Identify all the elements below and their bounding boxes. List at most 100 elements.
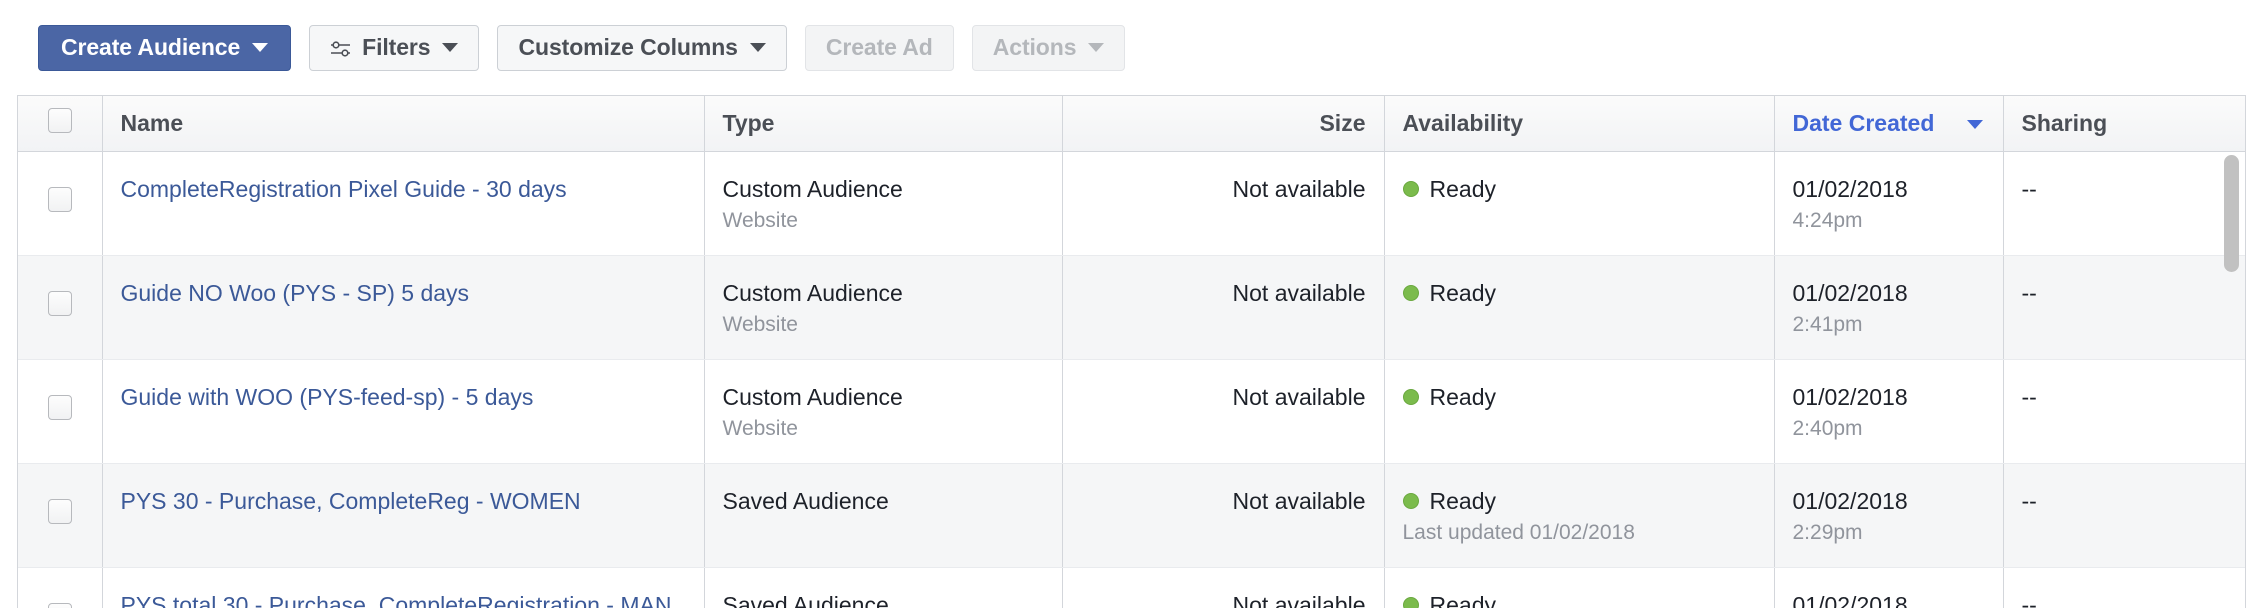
date-created: 01/02/2018 (1792, 487, 1908, 514)
cell-availability: Ready (1384, 255, 1775, 360)
audience-type: Custom Audience (722, 279, 903, 306)
audience-type: Custom Audience (722, 383, 903, 410)
cell-type: Custom Audience Website (704, 255, 1063, 360)
cell-size: Not available (1062, 151, 1385, 256)
cell-date-created: 01/02/2018 2:29pm (1774, 463, 2004, 568)
cell-sharing: -- (2003, 151, 2245, 256)
row-checkbox[interactable] (47, 603, 72, 608)
cell-sharing: -- (2003, 359, 2245, 464)
audience-name-link[interactable]: Guide with WOO (PYS-feed-sp) - 5 days (121, 384, 534, 410)
cell-availability: Ready Last updated 01/02/2018 (1384, 463, 1775, 568)
cell-size: Not available (1062, 359, 1385, 464)
row-checkbox[interactable] (47, 290, 72, 316)
cell-availability: Ready (1384, 359, 1775, 464)
availability-status: Ready (1429, 591, 1496, 608)
time-created: 2:41pm (1792, 312, 1863, 336)
row-select-cell[interactable] (18, 151, 103, 256)
audience-type-sub: Website (722, 312, 798, 336)
status-ready-icon (1402, 284, 1419, 301)
select-all-checkbox[interactable] (47, 107, 72, 133)
cell-type: Saved Audience (704, 567, 1063, 608)
cell-date-created: 01/02/2018 2:12pm (1774, 567, 2004, 608)
availability-status: Ready (1429, 383, 1496, 410)
header-size[interactable]: Size (1062, 96, 1385, 152)
time-created: 2:29pm (1792, 521, 1863, 545)
table-row[interactable]: Guide with WOO (PYS-feed-sp) - 5 days Cu… (18, 359, 2245, 464)
header-size-label: Size (1319, 109, 1366, 136)
vertical-scrollbar-thumb[interactable] (2224, 155, 2239, 272)
availability-status: Ready (1429, 175, 1496, 202)
availability-status: Ready (1429, 487, 1496, 514)
chevron-down-icon (442, 43, 459, 52)
filters-icon (330, 38, 352, 58)
cell-size: Not available (1062, 567, 1385, 608)
row-select-cell[interactable] (18, 255, 103, 360)
date-created: 01/02/2018 (1792, 279, 1908, 306)
cell-date-created: 01/02/2018 4:24pm (1774, 151, 2004, 256)
time-created: 4:24pm (1792, 208, 1863, 232)
audience-name-link[interactable]: PYS 30 - Purchase, CompleteReg - WOMEN (121, 488, 581, 514)
row-checkbox[interactable] (47, 395, 72, 421)
date-created: 01/02/2018 (1792, 383, 1908, 410)
toolbar: Create Audience Filters Customize Column… (0, 0, 1143, 95)
status-ready-icon (1402, 492, 1419, 509)
header-type[interactable]: Type (704, 96, 1063, 152)
status-ready-icon (1402, 180, 1419, 197)
audience-name-link[interactable]: PYS total 30 - Purchase, CompleteRegistr… (121, 592, 672, 608)
cell-date-created: 01/02/2018 2:41pm (1774, 255, 2004, 360)
table-row[interactable]: CompleteRegistration Pixel Guide - 30 da… (18, 151, 2245, 256)
row-select-cell[interactable] (18, 463, 103, 568)
audience-name-link[interactable]: CompleteRegistration Pixel Guide - 30 da… (121, 176, 567, 202)
audiences-table: Name Type Size Availability Date Created… (18, 96, 2245, 608)
date-created: 01/02/2018 (1792, 175, 1908, 202)
cell-name: CompleteRegistration Pixel Guide - 30 da… (102, 151, 705, 256)
table-row[interactable]: Guide NO Woo (PYS - SP) 5 days Custom Au… (18, 255, 2245, 360)
header-sharing[interactable]: Sharing (2003, 96, 2245, 152)
table-header-row: Name Type Size Availability Date Created… (18, 96, 2245, 152)
actions-button[interactable]: Actions (971, 24, 1126, 71)
audience-type: Saved Audience (722, 487, 889, 514)
create-ad-button[interactable]: Create Ad (804, 24, 954, 71)
row-select-cell[interactable] (18, 567, 103, 608)
cell-sharing: -- (2003, 463, 2245, 568)
header-name-label: Name (120, 109, 184, 136)
header-availability[interactable]: Availability (1384, 96, 1775, 152)
cell-name: Guide NO Woo (PYS - SP) 5 days (102, 255, 705, 360)
table-row[interactable]: PYS 30 - Purchase, CompleteReg - WOMEN S… (18, 463, 2245, 568)
status-ready-icon (1402, 596, 1419, 608)
cell-name: Guide with WOO (PYS-feed-sp) - 5 days (102, 359, 705, 464)
header-date-created[interactable]: Date Created (1774, 96, 2004, 152)
cell-sharing: -- (2003, 255, 2245, 360)
header-type-label: Type (722, 109, 775, 136)
audience-type-sub: Website (722, 208, 798, 232)
customize-columns-button[interactable]: Customize Columns (497, 24, 787, 71)
availability-status: Ready (1429, 279, 1496, 306)
header-sharing-label: Sharing (2021, 109, 2108, 136)
table-header: Name Type Size Availability Date Created… (18, 96, 2245, 152)
create-audience-button[interactable]: Create Audience (38, 24, 292, 71)
cell-availability: Ready Last updated 01/02/2018 (1384, 567, 1775, 608)
chevron-down-icon (252, 43, 269, 52)
header-availability-label: Availability (1402, 109, 1524, 136)
cell-type: Custom Audience Website (704, 359, 1063, 464)
cell-size: Not available (1062, 255, 1385, 360)
filters-button[interactable]: Filters (309, 24, 480, 71)
vertical-scrollbar-track[interactable] (2220, 96, 2242, 608)
date-created: 01/02/2018 (1792, 591, 1908, 608)
table-row[interactable]: PYS total 30 - Purchase, CompleteRegistr… (18, 567, 2245, 608)
time-created: 2:40pm (1792, 417, 1863, 441)
row-select-cell[interactable] (18, 359, 103, 464)
cell-name: PYS total 30 - Purchase, CompleteRegistr… (102, 567, 705, 608)
row-checkbox[interactable] (47, 499, 72, 525)
create-audience-label: Create Audience (61, 34, 241, 60)
header-select-all[interactable] (18, 96, 103, 152)
audience-type: Custom Audience (722, 175, 903, 202)
chevron-down-icon (1088, 43, 1105, 52)
header-name[interactable]: Name (102, 96, 705, 152)
audiences-table-container: Name Type Size Availability Date Created… (17, 95, 2246, 608)
audience-name-link[interactable]: Guide NO Woo (PYS - SP) 5 days (121, 280, 470, 306)
row-checkbox[interactable] (47, 186, 72, 212)
availability-sub: Last updated 01/02/2018 (1402, 521, 1635, 545)
cell-date-created: 01/02/2018 2:40pm (1774, 359, 2004, 464)
customize-columns-label: Customize Columns (518, 34, 738, 60)
